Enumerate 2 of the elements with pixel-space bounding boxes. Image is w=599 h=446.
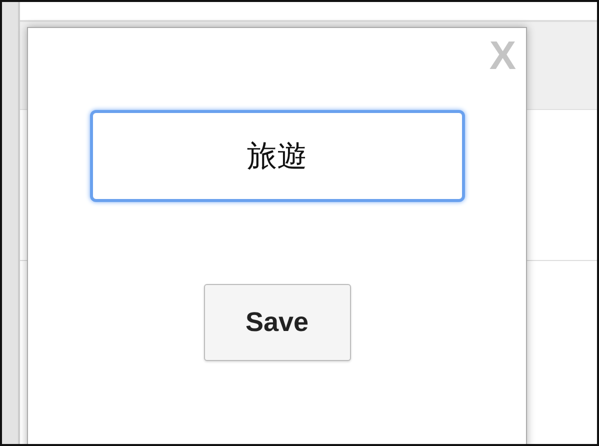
input-field[interactable]: 旅遊: [90, 110, 464, 202]
save-button[interactable]: Save: [204, 284, 350, 361]
